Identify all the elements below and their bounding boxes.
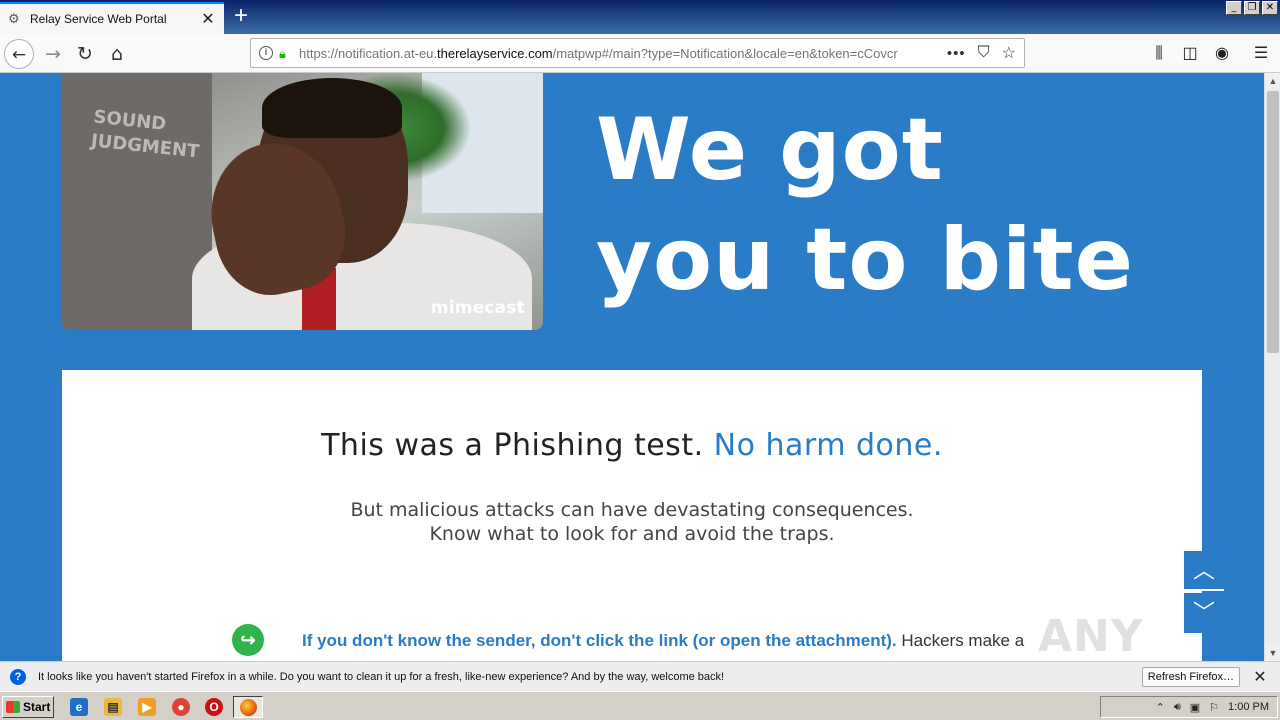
star-icon[interactable]: ☆ — [1002, 43, 1016, 63]
action-center-flag-icon[interactable]: ⚐ — [1209, 701, 1219, 714]
media-player-icon[interactable]: ▶ — [138, 698, 156, 716]
chevron-up-icon[interactable]: ︿ — [1184, 551, 1224, 591]
start-button[interactable]: Start — [2, 696, 54, 718]
close-window-button[interactable]: ✕ — [1262, 1, 1278, 15]
hero-photo: SOUND JUDGMENT mimecast — [62, 73, 543, 330]
hero-title: We got you to bite — [596, 100, 1134, 310]
restore-button[interactable]: ❐ — [1244, 1, 1260, 15]
tip-text: If you don't know the sender, don't clic… — [302, 631, 1025, 650]
library-icon[interactable]: ⫼ — [1148, 43, 1170, 65]
lock-icon[interactable]: 🔒︎ — [279, 47, 291, 60]
tab-title: Relay Service Web Portal — [30, 12, 167, 26]
tab-relay-service[interactable]: ⚙ Relay Service Web Portal ✕ — [0, 2, 224, 34]
info-icon[interactable]: i — [259, 46, 273, 60]
navigation-toolbar: ← → ↻ ⌂ i 🔒︎ https://notification.at-eu.… — [0, 34, 1280, 73]
windows-flag-icon — [6, 701, 20, 713]
home-button[interactable]: ⌂ — [102, 39, 132, 69]
ie-icon[interactable]: e — [70, 698, 88, 716]
scroll-thumb[interactable] — [1267, 91, 1279, 353]
clock[interactable]: 1:00 PM — [1228, 701, 1269, 713]
anyrun-watermark: ANY RUN — [1038, 611, 1144, 661]
card-subtitle: But malicious attacks can have devastati… — [350, 499, 914, 545]
chrome-icon[interactable]: ● — [172, 698, 190, 716]
tab-close-icon[interactable]: ✕ — [200, 9, 216, 29]
vertical-scrollbar[interactable]: ▲ ▼ — [1264, 73, 1280, 661]
page-favicon-icon: ⚙ — [8, 11, 20, 26]
scroll-down-arrow-icon[interactable]: ▼ — [1265, 645, 1280, 661]
explorer-icon[interactable]: ▤ — [104, 698, 122, 716]
page-content[interactable]: SOUND JUDGMENT mimecast We got you to bi… — [0, 73, 1264, 661]
scroll-up-arrow-icon[interactable]: ▲ — [1265, 73, 1280, 89]
refresh-firefox-button[interactable]: Refresh Firefox… — [1141, 666, 1240, 687]
new-tab-button[interactable]: + — [228, 4, 254, 30]
reload-button[interactable]: ↻ — [70, 39, 100, 69]
menu-icon[interactable]: ☰ — [1250, 43, 1272, 65]
network-icon[interactable]: ▣ — [1190, 701, 1200, 714]
mimecast-logo: mimecast — [430, 298, 525, 318]
windows-taskbar: Start e ▤ ▶ ● O ⌃ 🔊︎ ▣ ⚐ 1:00 PM — [0, 691, 1280, 720]
browser-tab-strip: ⚙ Relay Service Web Portal ✕ + _ ❐ ✕ — [0, 0, 1280, 34]
firefox-notification-bar: ? It looks like you haven't started Fire… — [0, 661, 1280, 691]
notification-message: It looks like you haven't started Firefo… — [38, 670, 725, 683]
system-tray: ⌃ 🔊︎ ▣ ⚐ 1:00 PM — [1100, 696, 1278, 718]
minimize-button[interactable]: _ — [1226, 1, 1242, 15]
window-controls: _ ❐ ✕ — [1226, 1, 1278, 15]
opera-icon[interactable]: O — [205, 698, 223, 716]
firefox-taskbar-button[interactable] — [233, 696, 263, 718]
pocket-icon[interactable]: ⛉ — [978, 44, 990, 62]
url-bar[interactable]: i 🔒︎ https://notification.at-eu.therelay… — [250, 38, 1025, 68]
tray-expand-icon[interactable]: ⌃ — [1156, 701, 1165, 714]
sidebar-icon[interactable]: ◫ — [1179, 43, 1201, 65]
card-heading: This was a Phishing test. No harm done. — [321, 428, 943, 463]
share-arrow-icon: ↪ — [232, 624, 264, 656]
forward-button[interactable]: → — [38, 39, 68, 69]
url-text[interactable]: https://notification.at-eu.therelayservi… — [299, 46, 937, 61]
volume-icon[interactable]: 🔊︎ — [1174, 701, 1181, 714]
question-icon: ? — [10, 668, 26, 685]
back-button[interactable]: ← — [4, 39, 34, 69]
info-card: This was a Phishing test. No harm done. … — [62, 370, 1202, 661]
firefox-icon — [240, 699, 257, 716]
account-icon[interactable]: ◉ — [1211, 43, 1233, 65]
page-actions-button[interactable]: ••• — [947, 45, 966, 62]
close-icon[interactable]: ✕ — [1250, 667, 1270, 687]
